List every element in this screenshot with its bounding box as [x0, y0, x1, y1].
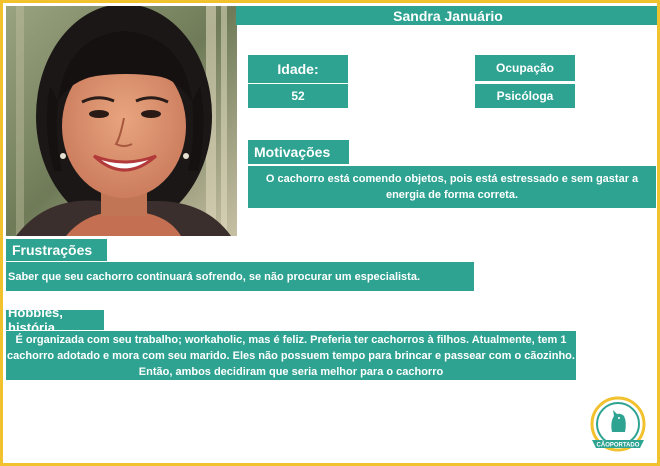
hobbies-title: Hobbies, história	[6, 305, 104, 335]
logo-text: CÃOPORTADO	[597, 442, 640, 449]
caoportado-logo: CÃOPORTADO	[588, 396, 648, 456]
motivations-title: Motivações	[248, 140, 349, 164]
frustrations-title: Frustrações	[6, 239, 107, 261]
occupation-label: Ocupação	[475, 55, 575, 81]
portrait-image	[6, 6, 237, 236]
motivations-text: O cachorro está comendo objetos, pois es…	[248, 166, 656, 208]
persona-photo	[6, 6, 237, 236]
persona-card: Sandra Januário Idade: 52 Ocupação Psicó…	[0, 0, 660, 466]
persona-name: Sandra Januário	[236, 6, 657, 25]
dog-badge-icon: CÃOPORTADO	[590, 396, 646, 452]
age-label: Idade:	[248, 55, 348, 83]
occupation-value: Psicóloga	[475, 84, 575, 108]
age-value: 52	[248, 84, 348, 108]
hobbies-text: É organizada com seu trabalho; workaholi…	[6, 331, 576, 380]
frustrations-text: Saber que seu cachorro continuará sofren…	[6, 262, 474, 291]
